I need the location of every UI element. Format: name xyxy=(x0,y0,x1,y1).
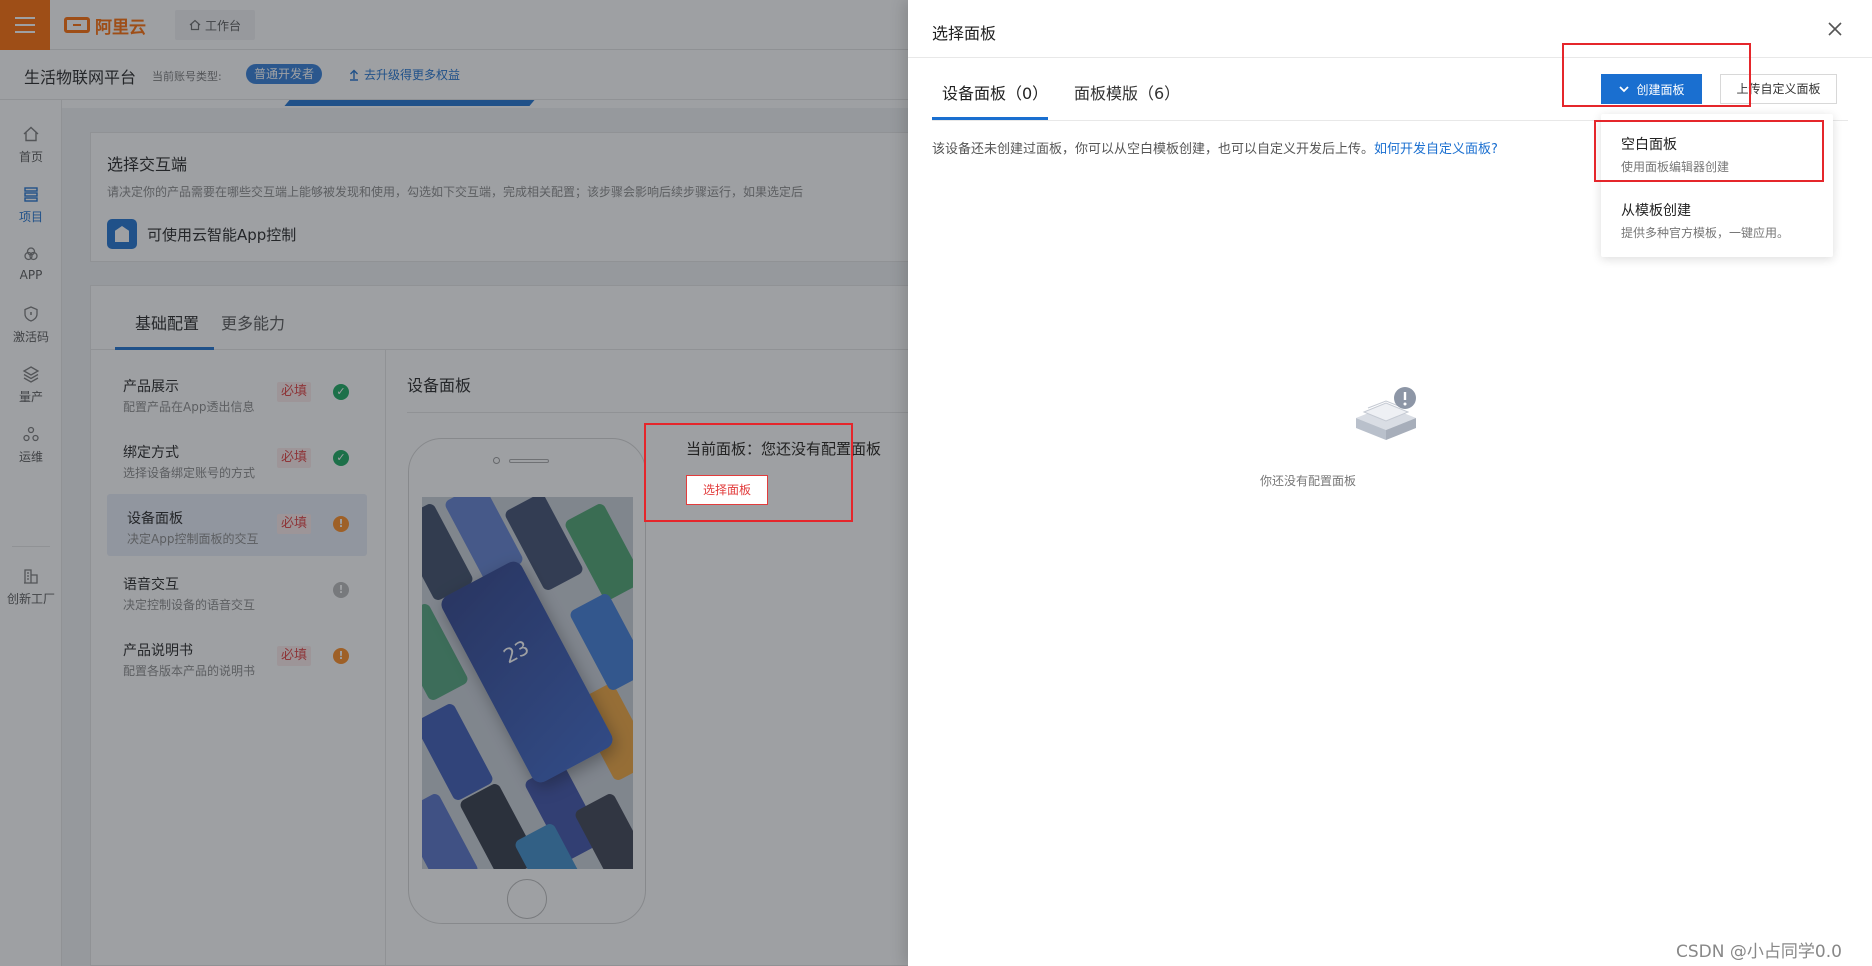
dropdown-item-from-template[interactable]: 从模板创建 提供多种官方模板，一键应用。 xyxy=(1601,186,1833,250)
drawer-hint: 该设备还未创建过面板，你可以从空白模板创建，也可以自定义开发后上传。如何开发自定… xyxy=(932,138,1498,157)
dropdown-item-title: 从模板创建 xyxy=(1621,203,1691,219)
empty-state-text: 你还没有配置面板 xyxy=(1259,474,1356,488)
watermark: CSDN @小占同学0.0 xyxy=(1676,942,1842,962)
tab-underline xyxy=(932,117,1048,120)
dropdown-item-desc: 提供多种官方模板，一键应用。 xyxy=(1621,226,1790,240)
hint-text: 该设备还未创建过面板，你可以从空白模板创建，也可以自定义开发后上传。 xyxy=(932,142,1375,157)
tab-device-panels[interactable]: 设备面板（0） xyxy=(942,80,1048,104)
tab-panel-templates[interactable]: 面板模版（6） xyxy=(1074,80,1180,104)
annotation-box xyxy=(1594,120,1824,182)
how-to-develop-link[interactable]: 如何开发自定义面板? xyxy=(1374,142,1498,157)
annotation-box xyxy=(644,423,853,522)
annotation-box xyxy=(1562,43,1751,107)
close-icon[interactable] xyxy=(1824,18,1846,40)
empty-box-icon xyxy=(1356,387,1416,440)
drawer-title: 选择面板 xyxy=(932,24,997,43)
